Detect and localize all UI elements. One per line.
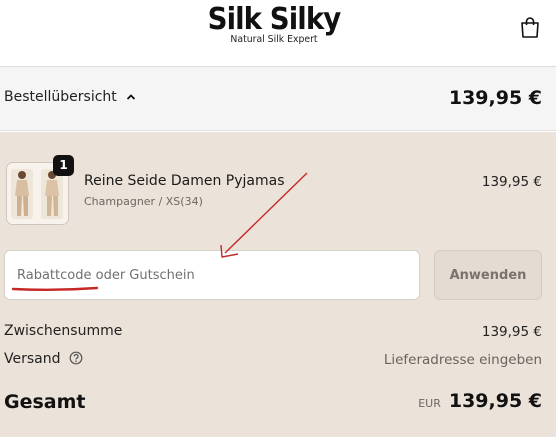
total-amount: EUR 139,95 € xyxy=(418,390,542,412)
site-header: Silk Silky Natural Silk Expert xyxy=(0,0,556,67)
product-variant: Champagner / XS(34) xyxy=(84,195,203,208)
brand-tagline: Natural Silk Expert xyxy=(230,34,318,45)
apply-discount-button[interactable]: Anwenden xyxy=(434,250,542,300)
product-title: Reine Seide Damen Pyjamas xyxy=(84,173,285,189)
product-price: 139,95 € xyxy=(481,174,542,190)
order-summary-panel: 1 Reine Seide Damen Pyjamas Champagner /… xyxy=(0,132,556,437)
order-summary-total: 139,95 € xyxy=(448,87,542,109)
total-label: Gesamt xyxy=(4,391,86,413)
order-summary-label: Bestellübersicht xyxy=(4,89,117,105)
brand-logo[interactable]: Silk Silky Natural Silk Expert xyxy=(199,3,349,47)
currency-code: EUR xyxy=(418,397,441,410)
question-circle-icon[interactable] xyxy=(69,351,83,365)
shipping-value: Lieferadresse eingeben xyxy=(383,352,542,368)
subtotal-value: 139,95 € xyxy=(481,324,542,340)
order-summary-bar: Bestellübersicht 139,95 € xyxy=(0,67,556,131)
discount-code-input[interactable] xyxy=(4,250,420,300)
shopping-bag-icon[interactable] xyxy=(517,14,543,40)
subtotal-label: Zwischensumme xyxy=(4,323,123,339)
quantity-badge: 1 xyxy=(53,155,74,176)
total-value: 139,95 € xyxy=(448,390,542,412)
order-summary-toggle[interactable]: Bestellübersicht xyxy=(4,89,137,105)
brand-name: Silk Silky xyxy=(207,2,342,37)
shipping-label: Versand xyxy=(4,351,61,367)
shipping-row-label: Versand xyxy=(4,351,83,367)
chevron-up-icon xyxy=(125,91,137,103)
